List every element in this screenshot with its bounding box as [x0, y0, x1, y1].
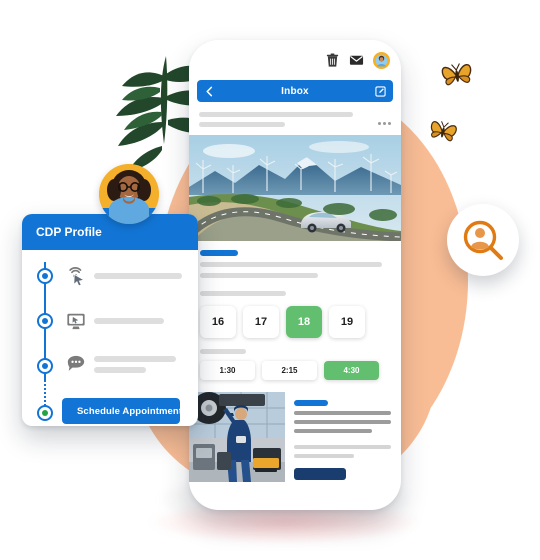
cdp-profile-card: CDP Profile Schedule Appointment [22, 214, 198, 426]
date-cell[interactable]: 16 [200, 306, 236, 338]
compose-icon[interactable] [375, 85, 386, 97]
butterfly-icon [441, 63, 472, 86]
more-horizontal-icon[interactable] [378, 122, 391, 125]
click-cursor-icon [69, 267, 86, 286]
mail-subject-placeholder [199, 112, 353, 117]
chat-bubble-icon [67, 355, 85, 371]
service-line [294, 454, 355, 458]
time-slot-selected[interactable]: 4:30 [324, 361, 379, 380]
service-cta-button[interactable] [294, 468, 346, 480]
time-picker-row: 1:30 2:15 4:30 [189, 354, 401, 380]
chevron-left-icon[interactable] [204, 86, 215, 97]
timeline-item-lines [94, 273, 182, 279]
hero-photo-car-road [189, 135, 401, 241]
service-line [294, 420, 391, 424]
mail-preview-row[interactable] [189, 102, 401, 135]
placeholder-line [94, 355, 176, 362]
appbar-title: Inbox [281, 85, 309, 97]
phone-mockup: Inbox 16 17 18 19 1:30 2:15 4:30 [189, 40, 401, 510]
timeline-dot [37, 268, 53, 284]
placeholder-line [94, 273, 182, 279]
person-search-badge [447, 204, 519, 276]
garage-photo-mechanic [189, 392, 285, 482]
trash-icon[interactable] [325, 52, 340, 68]
mail-snippet-placeholder [199, 122, 286, 127]
service-line [294, 429, 372, 433]
service-tag [294, 400, 328, 406]
timeline-item [66, 311, 164, 331]
service-line [294, 445, 391, 449]
service-line [294, 411, 391, 415]
timeline-dot-active [37, 405, 53, 421]
illustration-stage: Inbox 16 17 18 19 1:30 2:15 4:30 CDP Pro… [0, 0, 540, 560]
service-card [189, 392, 401, 482]
time-slot[interactable]: 1:30 [200, 361, 255, 380]
date-cell[interactable]: 17 [243, 306, 279, 338]
schedule-appointment-button[interactable]: Schedule Appointment [62, 398, 183, 424]
placeholder-line [94, 366, 146, 373]
cdp-card-header: CDP Profile [22, 214, 198, 250]
butterfly-icon [430, 121, 457, 142]
envelope-icon[interactable] [349, 52, 364, 68]
placeholder-line [94, 318, 164, 324]
section-tag [200, 250, 238, 256]
booking-card-body [189, 241, 401, 296]
cdp-card-title: CDP Profile [36, 225, 102, 239]
service-card-text [285, 392, 401, 482]
woman-avatar [99, 164, 159, 224]
cdp-card-body: Schedule Appointment [22, 250, 198, 426]
date-cell[interactable]: 19 [329, 306, 365, 338]
user-avatar[interactable] [373, 51, 390, 69]
timeline-dot [37, 358, 53, 374]
body-line [200, 262, 383, 267]
body-line [200, 273, 318, 278]
date-picker-row: 16 17 18 19 [189, 296, 401, 338]
timeline-item [66, 354, 176, 374]
person-search-icon [463, 220, 503, 260]
monitor-cursor-icon [67, 313, 85, 330]
phone-appbar: Inbox [197, 80, 393, 102]
schedule-appointment-label: Schedule Appointment [77, 405, 183, 417]
phone-statusbar [189, 40, 401, 80]
timeline-item [66, 266, 182, 286]
timeline-dot [37, 313, 53, 329]
timeline-item-lines [94, 318, 164, 324]
timeline-item-lines [94, 355, 176, 373]
time-slot[interactable]: 2:15 [262, 361, 317, 380]
date-cell-selected[interactable]: 18 [286, 306, 322, 338]
